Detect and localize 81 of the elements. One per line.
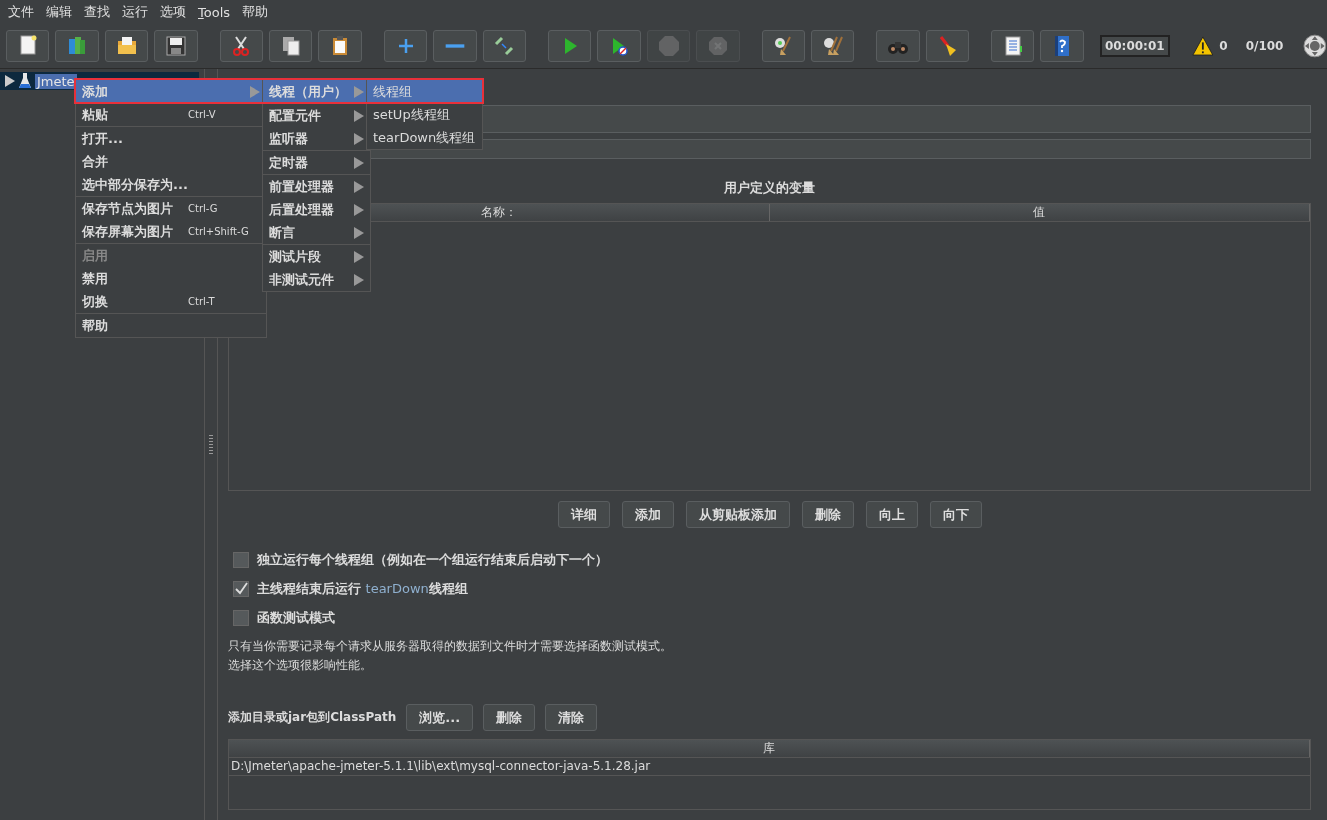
submenu-item[interactable]: 线程组 <box>367 80 482 103</box>
toolbar-button[interactable] <box>761 30 805 62</box>
submenu-item[interactable]: 配置元件 <box>263 104 370 127</box>
menu-item[interactable]: 编辑 <box>40 3 78 21</box>
context-menu-item[interactable]: 保存屏幕为图片 Ctrl+Shift-G <box>76 220 266 243</box>
tree-item[interactable]: Jmete <box>35 73 77 89</box>
context-menu-item[interactable]: 粘贴 Ctrl-V <box>76 103 266 126</box>
toolbar-button[interactable] <box>6 30 50 62</box>
context-menu-item[interactable]: 打开... <box>76 127 266 150</box>
warning-icon <box>1191 36 1214 56</box>
toolbar-button[interactable] <box>482 30 527 62</box>
submenu-item[interactable]: 定时器 <box>263 151 370 174</box>
submenu-item[interactable]: tearDown线程组 <box>367 126 482 149</box>
submenu-item[interactable]: setUp线程组 <box>367 103 482 126</box>
toolbar-button[interactable] <box>991 30 1035 62</box>
checkbox[interactable] <box>233 609 249 626</box>
submenu-arrow-icon <box>354 156 364 169</box>
table-cell[interactable]: D:\Jmeter\apache-jmeter-5.1.1\lib\ext\mysql-connector-java-5.1.28.jar <box>229 758 1310 776</box>
octagon-x-icon <box>706 34 730 58</box>
submenu-item[interactable]: 测试片段 <box>263 245 370 268</box>
column-header[interactable]: 库 <box>229 740 1310 757</box>
submenu-item[interactable]: 前置处理器 <box>263 175 370 198</box>
submenu-arrow-icon <box>354 132 364 145</box>
thread-count: 0/100 <box>1245 39 1284 53</box>
table-button[interactable]: 向下 <box>929 501 982 528</box>
submenu-arrow-icon <box>354 250 364 263</box>
remote-icon[interactable] <box>1303 34 1327 58</box>
submenu-arrow-icon <box>250 85 260 98</box>
toolbar-button[interactable] <box>104 30 149 62</box>
context-menu-item[interactable]: 切换 Ctrl-T <box>76 290 266 313</box>
help-text: 选择这个选项很影响性能。 <box>228 657 373 674</box>
table-button[interactable]: 详细 <box>557 501 610 528</box>
help-text: 只有当你需要记录每个请求从服务器取得的数据到文件时才需要选择函数测试模式。 <box>228 638 673 655</box>
context-menu-item[interactable]: 帮助 <box>76 314 266 337</box>
toolbar-button[interactable] <box>318 30 362 62</box>
toolbar-button[interactable] <box>811 30 855 62</box>
minus-icon <box>444 44 465 48</box>
menu-item[interactable]: 文件 <box>2 3 40 21</box>
submenu-item[interactable]: 断言 <box>263 221 370 244</box>
classpath-label: 添加目录或jar包到ClassPath <box>228 709 397 726</box>
menu-item[interactable]: 查找 <box>78 3 116 21</box>
checkbox-label[interactable]: 独立运行每个线程组（例如在一个组运行结束后启动下一个） <box>257 550 608 569</box>
flask-icon <box>19 73 31 89</box>
submenu-arrow-icon <box>354 109 364 122</box>
table-button[interactable]: 添加 <box>621 501 674 528</box>
submenu-arrow-icon <box>354 203 364 216</box>
expand-arrow-icon[interactable] <box>5 75 15 87</box>
stop-sign-icon <box>656 34 681 58</box>
toolbar-button[interactable] <box>1040 30 1084 62</box>
menu-item[interactable]: 选项 <box>154 3 192 21</box>
toolbar-button[interactable] <box>154 30 198 62</box>
table-button[interactable]: 向上 <box>865 501 918 528</box>
submenu-item[interactable]: 非测试元件 <box>263 268 370 291</box>
section-title: 用户定义的变量 <box>724 180 815 195</box>
elapsed-time: 00:00:01 <box>1099 35 1170 57</box>
toolbar-button[interactable] <box>925 30 970 62</box>
submenu-arrow-icon <box>354 180 364 193</box>
submenu-arrow-icon <box>354 226 364 239</box>
menu-item[interactable]: 运行 <box>116 3 154 21</box>
checkbox-label[interactable]: 主线程结束后运行 tearDown线程组 <box>257 579 468 598</box>
checkbox[interactable] <box>233 580 249 597</box>
table-button[interactable]: 从剪贴板添加 <box>685 501 790 528</box>
context-menu-item[interactable]: 选中部分保存为... <box>76 173 266 196</box>
checkbox[interactable] <box>233 551 249 568</box>
context-menu-item[interactable]: 禁用 <box>76 267 266 290</box>
context-menu-item[interactable]: 合并 <box>76 150 266 173</box>
submenu-arrow-icon <box>354 85 364 98</box>
toolbar-button[interactable] <box>219 30 264 62</box>
column-header[interactable]: 值 <box>769 204 1310 221</box>
classpath-button[interactable]: 清除 <box>545 704 598 731</box>
checkbox-label[interactable]: 函数测试模式 <box>257 608 335 627</box>
menu-item[interactable]: Tools <box>192 4 237 20</box>
submenu-item[interactable]: 监听器 <box>263 127 370 150</box>
table-button[interactable]: 删除 <box>801 501 854 528</box>
submenu-arrow-icon <box>354 273 364 286</box>
menu-item[interactable]: 帮助 <box>236 3 275 21</box>
splitter-handle[interactable] <box>209 434 213 455</box>
classpath-button[interactable]: 浏览... <box>406 704 474 731</box>
toolbar-button[interactable] <box>269 30 313 62</box>
warning-count: 0 <box>1219 39 1228 53</box>
classpath-button[interactable]: 删除 <box>483 704 536 731</box>
